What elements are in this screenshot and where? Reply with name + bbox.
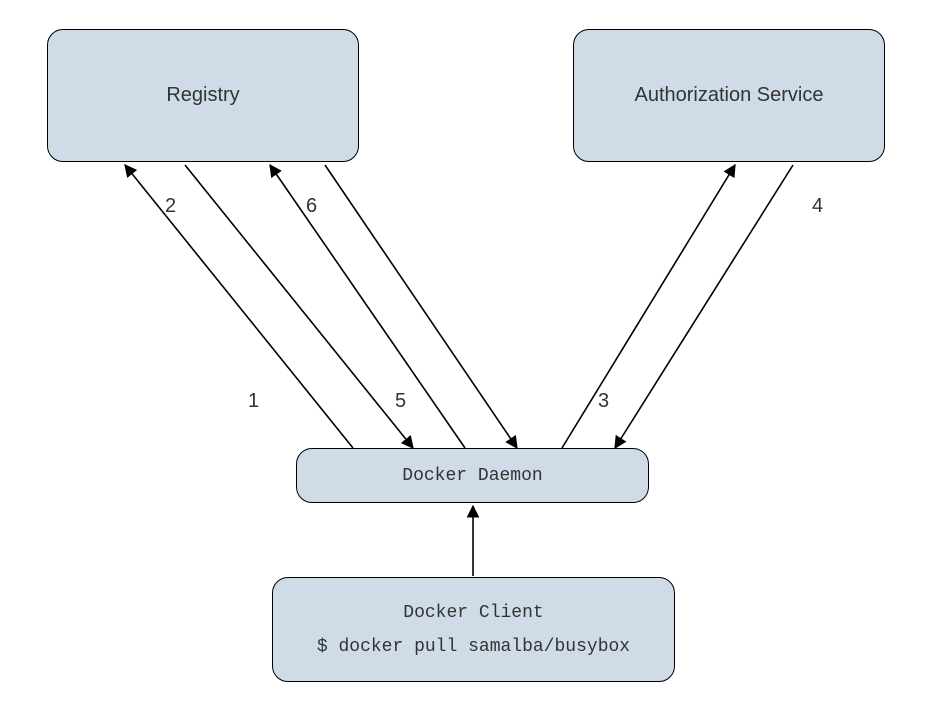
label-3: 3 [598, 390, 609, 413]
authorization-service-label: Authorization Service [635, 84, 824, 107]
arrow-5 [270, 165, 465, 448]
docker-client-title: Docker Client [403, 603, 543, 623]
arrow-3 [562, 165, 735, 448]
arrow-4 [615, 165, 793, 448]
registry-label: Registry [166, 84, 239, 107]
authorization-service-box: Authorization Service [573, 29, 885, 162]
registry-box: Registry [47, 29, 359, 162]
arrow-6 [325, 165, 517, 448]
label-5: 5 [395, 390, 406, 413]
docker-client-command: $ docker pull samalba/busybox [317, 637, 630, 657]
label-4: 4 [812, 195, 823, 218]
docker-client-box: Docker Client $ docker pull samalba/busy… [272, 577, 675, 682]
arrow-2 [185, 165, 413, 448]
label-6: 6 [306, 195, 317, 218]
arrow-1 [125, 165, 353, 448]
label-1: 1 [248, 390, 259, 413]
label-2: 2 [165, 195, 176, 218]
docker-daemon-label: Docker Daemon [402, 466, 542, 486]
docker-daemon-box: Docker Daemon [296, 448, 649, 503]
